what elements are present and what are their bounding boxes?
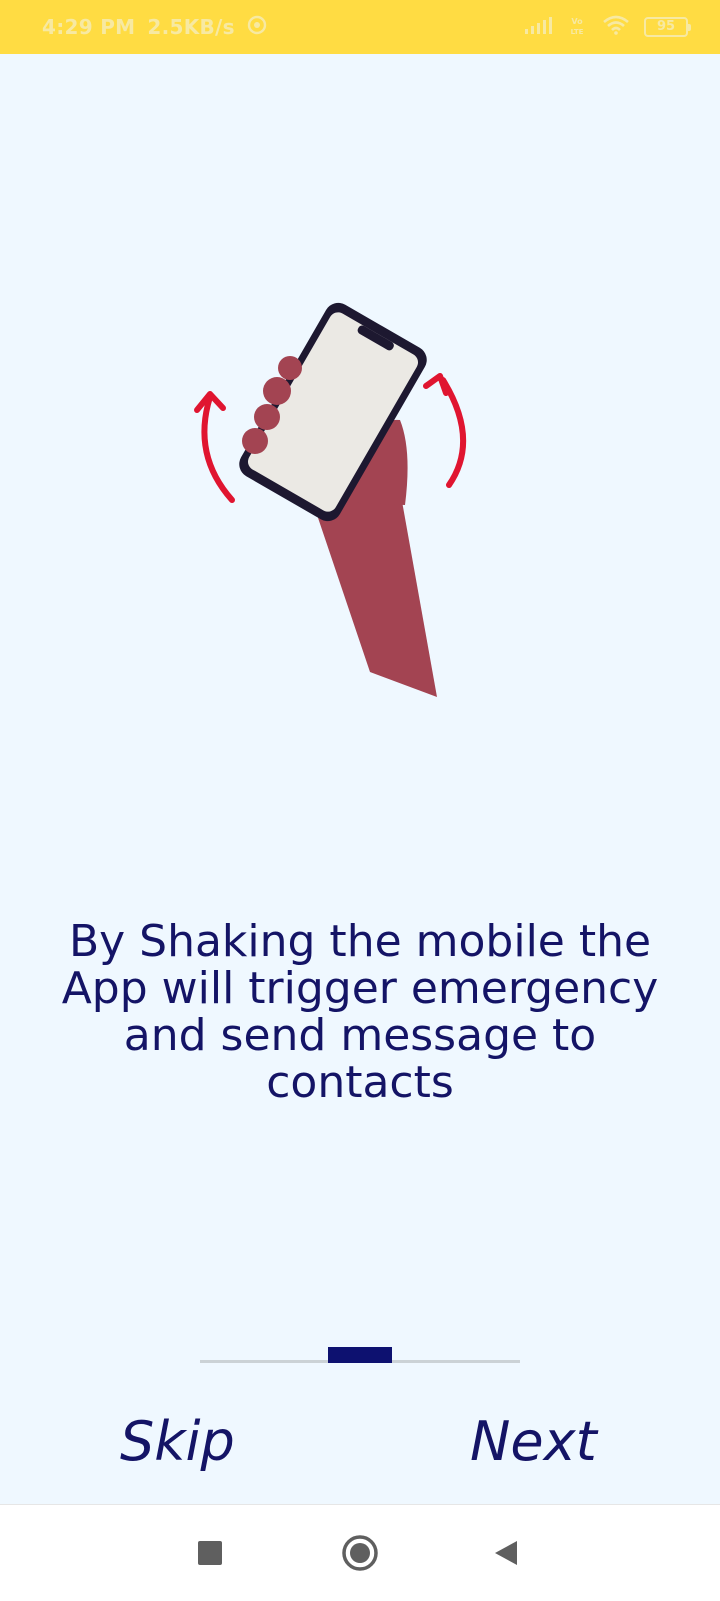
home-button[interactable] — [336, 1529, 384, 1577]
right-shake-arrow-icon — [423, 373, 467, 488]
status-time: 4:29 PM — [42, 15, 136, 39]
shake-phone-illustration — [194, 302, 467, 697]
status-speed: 2.5KB/s — [147, 15, 235, 39]
next-button[interactable]: Next — [470, 1404, 597, 1480]
page-indicator-active — [328, 1347, 392, 1363]
battery-icon: 95 — [644, 17, 691, 37]
left-shake-arrow-icon — [194, 391, 235, 503]
notification-icon — [247, 15, 267, 40]
svg-text:Vo: Vo — [571, 17, 583, 26]
recents-square-icon — [198, 1541, 222, 1565]
back-button[interactable] — [482, 1529, 530, 1577]
status-bar: 4:29 PM 2.5KB/s Vo LTE 95 — [0, 0, 720, 54]
signal-icon — [524, 15, 552, 39]
wifi-icon — [602, 15, 630, 40]
back-triangle-icon — [495, 1541, 517, 1565]
home-circle-icon — [342, 1535, 378, 1571]
recents-button[interactable] — [186, 1529, 234, 1577]
svg-text:LTE: LTE — [571, 28, 584, 36]
system-navigation-bar — [0, 1504, 720, 1601]
status-left: 4:29 PM 2.5KB/s — [42, 15, 267, 40]
skip-button[interactable]: Skip — [120, 1404, 235, 1480]
volte-icon: Vo LTE — [566, 14, 588, 41]
onboarding-message: By Shaking the mobile the App will trigg… — [61, 916, 659, 1108]
status-right: Vo LTE 95 — [524, 14, 691, 41]
